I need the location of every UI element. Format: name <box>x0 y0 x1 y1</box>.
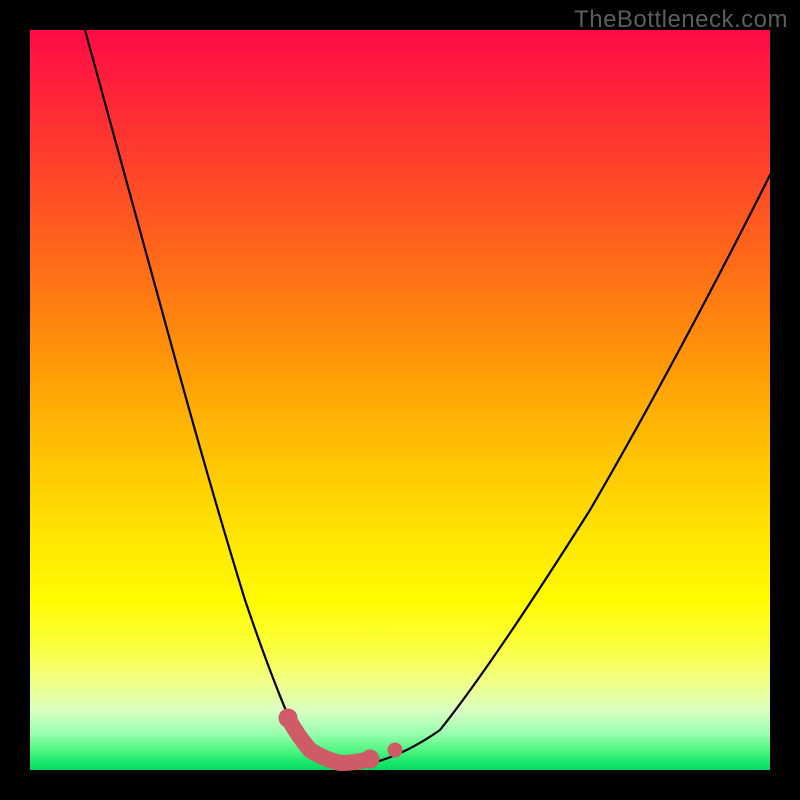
plot-area <box>30 30 770 770</box>
highlighted-range-endpoint-left <box>279 709 297 727</box>
highlighted-lone-point <box>388 743 402 757</box>
curve-layer <box>30 30 770 770</box>
highlighted-range-endpoint-right <box>361 750 379 768</box>
chart-frame: TheBottleneck.com <box>0 0 800 800</box>
watermark-label: TheBottleneck.com <box>574 6 788 34</box>
bottleneck-curve <box>85 30 770 766</box>
highlighted-range-segment <box>288 718 370 763</box>
